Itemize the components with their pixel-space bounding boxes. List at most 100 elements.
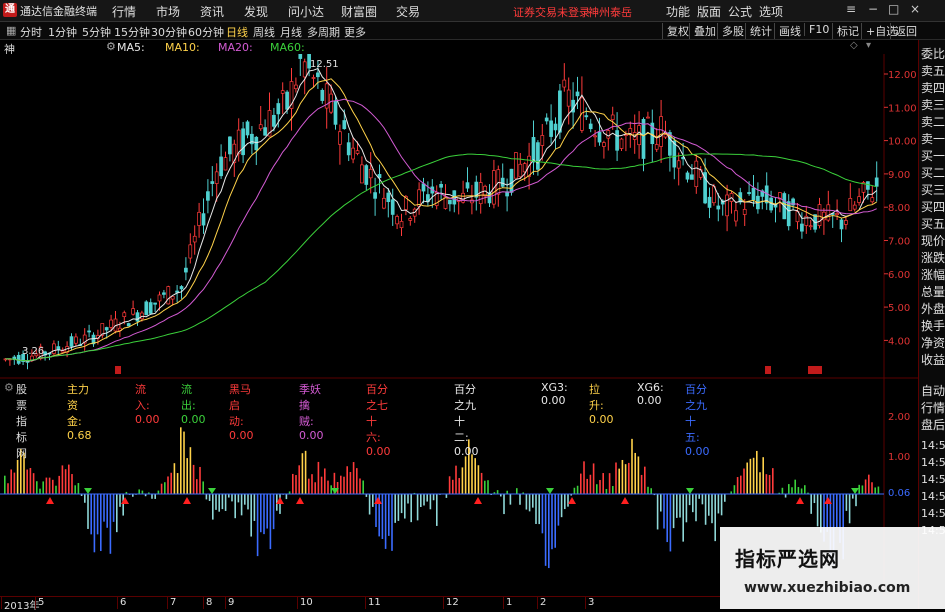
mark-button[interactable]: 标记 (832, 23, 863, 39)
candle-body[interactable] (840, 220, 843, 229)
candle-body[interactable] (875, 178, 878, 186)
candle-body[interactable] (638, 126, 641, 145)
candle-body[interactable] (536, 143, 539, 170)
candle-body[interactable] (343, 121, 346, 129)
candle-body[interactable] (642, 119, 645, 158)
candle-body[interactable] (818, 205, 821, 226)
candle-body[interactable] (145, 302, 148, 315)
candle-body[interactable] (550, 121, 553, 137)
menu-gongshi[interactable]: 公式 (728, 3, 752, 20)
candle-body[interactable] (409, 218, 412, 220)
candle-body[interactable] (563, 80, 566, 87)
candle-body[interactable] (189, 245, 192, 258)
candle-body[interactable] (466, 183, 469, 189)
candle-body[interactable] (836, 213, 839, 214)
candle-body[interactable] (514, 153, 517, 179)
side-panel-item[interactable]: 外盘 (921, 301, 945, 318)
side-panel-item[interactable]: 14:50 (921, 471, 945, 488)
side-panel-item[interactable]: 买三 (921, 182, 945, 199)
candle-body[interactable] (237, 130, 240, 154)
multi-stock-button[interactable]: 多股 (717, 23, 748, 39)
candle-body[interactable] (387, 193, 390, 202)
side-panel-item[interactable]: 行情 (921, 400, 945, 417)
side-panel-item[interactable]: 盘后 (921, 417, 945, 434)
side-panel-item[interactable]: 现价 (921, 233, 945, 250)
candle-body[interactable] (576, 92, 579, 96)
chevron-down-icon[interactable]: ▾ (866, 40, 871, 51)
candle-body[interactable] (589, 124, 592, 129)
menu-gongneng[interactable]: 功能 (666, 3, 690, 20)
settings-gear-icon[interactable]: ⚙ (4, 381, 14, 394)
candle-body[interactable] (849, 198, 852, 210)
candle-body[interactable] (105, 327, 108, 330)
tab-15min[interactable]: 15分钟 (114, 24, 150, 40)
candle-body[interactable] (224, 158, 227, 170)
candle-body[interactable] (585, 116, 588, 117)
candle-body[interactable] (330, 94, 333, 112)
candle-body[interactable] (176, 291, 179, 292)
candle-body[interactable] (594, 136, 597, 137)
candle-body[interactable] (272, 115, 275, 126)
candle-body[interactable] (809, 226, 812, 227)
candle-body[interactable] (352, 148, 355, 159)
candle-body[interactable] (206, 192, 209, 201)
menu-jiaoyi[interactable]: 交易 (396, 3, 420, 20)
candle-body[interactable] (158, 295, 161, 301)
back-button[interactable]: 返回 (890, 23, 921, 39)
candle-body[interactable] (198, 212, 201, 225)
tab-weekly[interactable]: 周线 (253, 24, 275, 40)
candle-body[interactable] (88, 331, 91, 332)
candle-body[interactable] (541, 135, 544, 145)
candle-body[interactable] (800, 224, 803, 231)
tab-1min[interactable]: 1分钟 (48, 24, 77, 40)
candle-body[interactable] (545, 118, 548, 121)
candle-body[interactable] (726, 195, 729, 216)
candle-body[interactable] (664, 134, 667, 137)
tab-multi-period[interactable]: 多周期 (307, 24, 340, 40)
candle-body[interactable] (844, 220, 847, 224)
candle-body[interactable] (690, 175, 693, 180)
candle-body[interactable] (440, 184, 443, 187)
side-panel-item[interactable]: 涨幅 (921, 267, 945, 284)
candle-body[interactable] (422, 184, 425, 191)
stats-button[interactable]: 统计 (745, 23, 776, 39)
candle-body[interactable] (748, 192, 751, 193)
tab-5min[interactable]: 5分钟 (82, 24, 111, 40)
side-panel-item[interactable]: 换手 (921, 318, 945, 335)
candle-body[interactable] (448, 200, 451, 204)
candle-body[interactable] (110, 320, 113, 327)
candle-body[interactable] (57, 347, 60, 350)
candle-body[interactable] (620, 139, 623, 148)
candle-body[interactable] (519, 164, 522, 176)
candle-body[interactable] (242, 129, 245, 155)
candle-body[interactable] (255, 137, 258, 149)
candle-body[interactable] (162, 293, 165, 295)
candle-body[interactable] (228, 137, 231, 154)
candle-body[interactable] (316, 73, 319, 77)
candle-body[interactable] (303, 62, 306, 77)
candle-body[interactable] (61, 351, 64, 352)
candle-body[interactable] (554, 124, 557, 130)
menu-zixun[interactable]: 资讯 (200, 3, 224, 20)
candle-body[interactable] (695, 161, 698, 187)
side-panel-item[interactable]: 总量 (921, 284, 945, 301)
side-panel-item[interactable]: 净资 (921, 335, 945, 352)
side-panel-item[interactable]: 涨跌 (921, 250, 945, 267)
side-panel-item[interactable]: 卖三 (921, 97, 945, 114)
tab-daily[interactable]: 日线 (226, 24, 248, 40)
candle-body[interactable] (299, 54, 302, 59)
menu-caifuquan[interactable]: 财富圈 (341, 3, 377, 20)
side-panel-item[interactable]: 14:50 (921, 505, 945, 522)
candle-body[interactable] (598, 132, 601, 142)
tab-fenshi[interactable]: 分时 (20, 24, 42, 40)
candle-body[interactable] (717, 206, 720, 209)
menu-hangqing[interactable]: 行情 (112, 3, 136, 20)
candle-body[interactable] (382, 198, 385, 208)
side-panel-item[interactable]: 自动 (921, 383, 945, 400)
candle-body[interactable] (365, 166, 368, 185)
candle-body[interactable] (708, 197, 711, 207)
side-panel-item[interactable]: 委比 (921, 46, 945, 63)
candle-body[interactable] (369, 169, 372, 178)
candle-body[interactable] (356, 151, 359, 154)
diamond-icon[interactable]: ◇ (850, 40, 858, 51)
